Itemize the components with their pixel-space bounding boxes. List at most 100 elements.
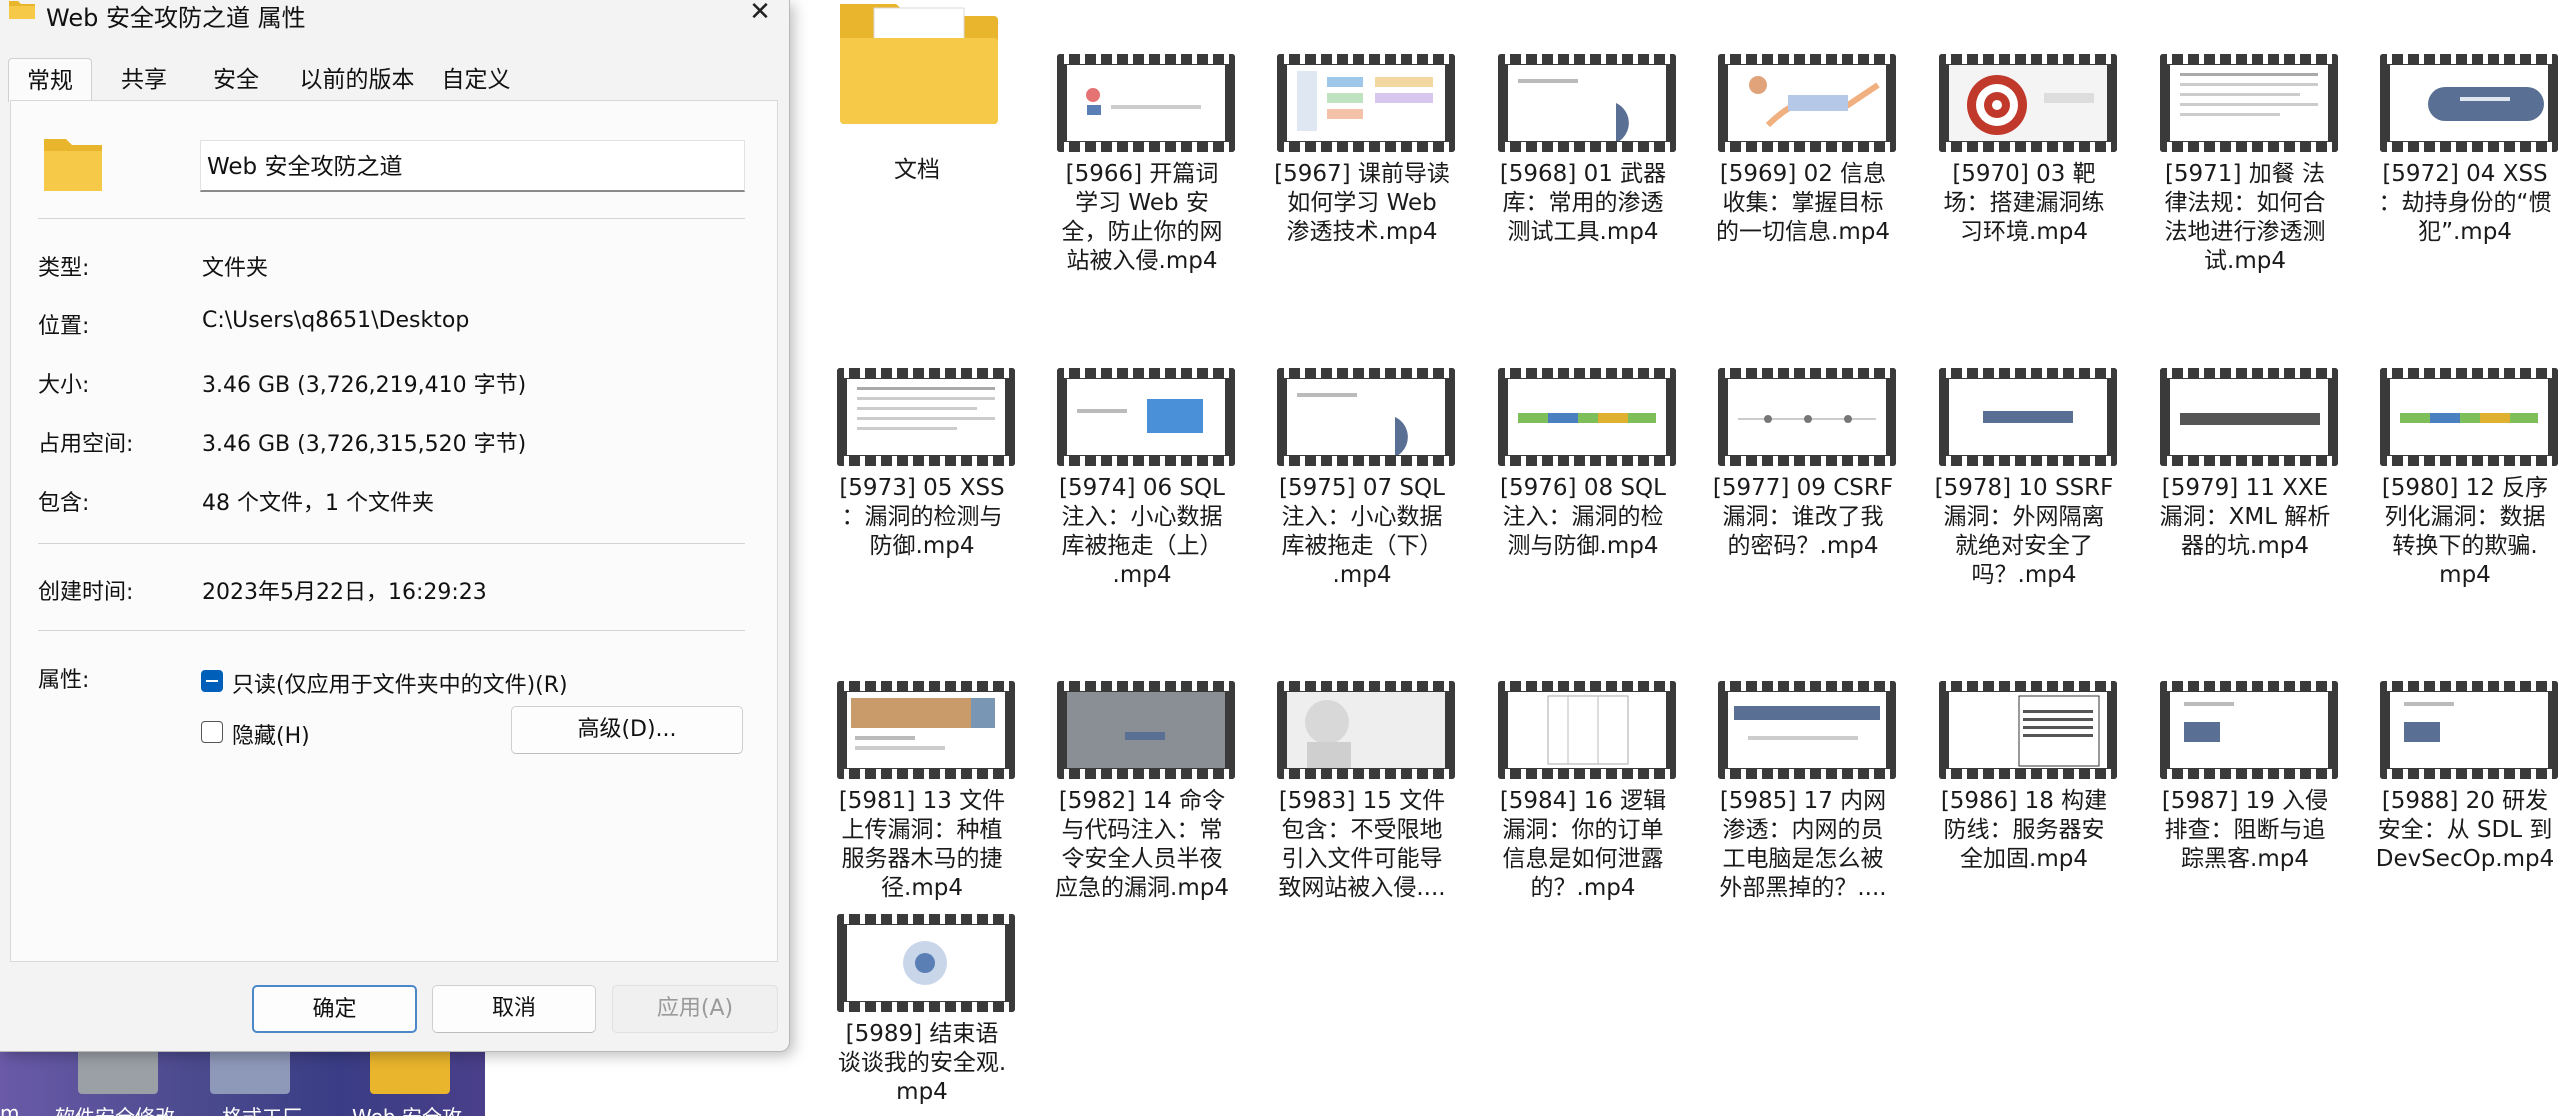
video-file-label: [5982] 14 命令 (1058, 788, 1226, 814)
video-file-label: 注入：漏洞的检 (1502, 504, 1664, 530)
cancel-button[interactable]: 取消 (432, 985, 596, 1033)
folder-icon (9, 1, 35, 19)
video-file-label: 漏洞：谁改了我 (1722, 504, 1884, 530)
video-file-label: 应急的漏洞.mp4 (1055, 875, 1229, 901)
hidden-checkbox[interactable] (201, 721, 223, 743)
video-file-label: 吗？.mp4 (1971, 562, 2077, 588)
video-file-label: 收集：掌握目标 (1722, 190, 1884, 216)
video-file-label: [5981] 13 文件 (838, 788, 1006, 814)
video-thumbnail (1718, 54, 1896, 152)
video-thumbnail (1057, 54, 1235, 152)
video-file-label: [5986] 18 构建 (1940, 788, 2108, 814)
video-thumbnail (1718, 368, 1896, 466)
type-value: 文件夹 (202, 256, 269, 281)
properties-dialog: Web 安全攻防之道 属性 ✕ 常规 共享 安全 以前的版本 自定义 Web 安… (0, 0, 790, 1052)
desktop-icon-app[interactable] (78, 1046, 158, 1094)
video-thumbnail (1277, 368, 1455, 466)
video-file-label: 上传漏洞：种植 (841, 817, 1003, 843)
tab-sharing[interactable]: 共享 (100, 58, 188, 102)
video-thumbnail (2160, 54, 2338, 152)
video-file-label: 谈谈我的安全观. (837, 1050, 1007, 1076)
video-file-label: [5980] 12 反序 (2381, 475, 2549, 501)
video-file-label: 令安全人员半夜 (1061, 846, 1223, 872)
video-file-label: 服务器木马的捷 (841, 846, 1003, 872)
video-file-label: 漏洞：外网隔离 (1943, 504, 2105, 530)
contains-label: 包含: (38, 491, 90, 516)
video-file-label: [5987] 19 入侵 (2161, 788, 2329, 814)
video-file-label: [5971] 加餐 法 (2164, 161, 2326, 187)
title-bar[interactable]: Web 安全攻防之道 属性 ✕ (0, 0, 790, 32)
video-thumbnail (2380, 368, 2558, 466)
video-thumbnail (1277, 54, 1455, 152)
video-file-label: 径.mp4 (881, 875, 963, 901)
advanced-button[interactable]: 高级(D)... (511, 706, 743, 754)
video-file-label: 防御.mp4 (869, 533, 975, 559)
video-file-label: [5976] 08 SQL (1500, 475, 1666, 501)
video-thumbnail (1939, 681, 2117, 779)
video-file-label: 测试工具.mp4 (1507, 219, 1659, 245)
video-thumbnail (1498, 368, 1676, 466)
folder-name-input[interactable]: Web 安全攻防之道 (200, 140, 745, 192)
video-thumbnail (1498, 54, 1676, 152)
video-file-label: [5966] 开篇词 (1065, 161, 1219, 187)
video-file-label: 引入文件可能导 (1281, 846, 1443, 872)
video-file-label: DevSecOp.mp4 (2375, 846, 2555, 872)
divider (38, 543, 745, 544)
close-button[interactable]: ✕ (740, 0, 780, 28)
video-file-label: [5984] 16 逻辑 (1499, 788, 1667, 814)
apply-button[interactable]: 应用(A) (612, 985, 778, 1033)
video-file-label: 工电脑是怎么被 (1722, 846, 1884, 872)
desktop-icon-label: 软件安全修改 (55, 1101, 175, 1116)
video-file-label: 致网站被入侵.... (1278, 875, 1446, 901)
video-file-label: [5967] 课前导读 (1274, 161, 1450, 187)
video-file-label: 排查：阻断与追 (2164, 817, 2326, 843)
video-file-label: 法地进行渗透测 (2164, 219, 2326, 245)
desktop-icon-label: 格式工厂 (222, 1101, 302, 1116)
video-thumbnail (1939, 54, 2117, 152)
video-thumbnail (2380, 681, 2558, 779)
folder-label: 文档 (894, 157, 940, 183)
video-file-label: 渗透技术.mp4 (1286, 219, 1438, 245)
video-thumbnail (1057, 681, 1235, 779)
ok-button[interactable]: 确定 (252, 985, 417, 1033)
video-file-label: mp4 (896, 1079, 948, 1105)
created-value: 2023年5月22日，16:29:23 (202, 580, 487, 605)
video-file-label: 库被拖走（上） (1061, 533, 1223, 559)
video-file-label: [5978] 10 SSRF (1934, 475, 2114, 501)
video-file-label: [5983] 15 文件 (1278, 788, 1446, 814)
video-file-label: 场：搭建漏洞练 (1943, 190, 2105, 216)
desktop-icon-folder[interactable] (370, 1046, 450, 1094)
size-on-disk-label: 占用空间: (38, 432, 134, 457)
location-value: C:\Users\q8651\Desktop (202, 308, 470, 333)
video-file-label: ：劫持身份的“惯 (2378, 190, 2552, 216)
desktop-icon-format-factory[interactable] (210, 1046, 290, 1094)
hidden-label: 隐藏(H) (232, 724, 310, 749)
size-on-disk-value: 3.46 GB (3,726,315,520 字节) (202, 432, 527, 457)
video-file-label: 的？.mp4 (1530, 875, 1636, 901)
video-thumbnail (1718, 681, 1896, 779)
size-label: 大小: (38, 373, 90, 398)
video-file-label: [5969] 02 信息 (1719, 161, 1887, 187)
video-file-label: [5972] 04 XSS (2382, 161, 2548, 187)
video-thumbnail (1277, 681, 1455, 779)
dialog-title: Web 安全攻防之道 属性 (46, 4, 306, 32)
desktop-icon-label: m (0, 1101, 20, 1116)
tab-previous-versions[interactable]: 以前的版本 (288, 58, 426, 102)
video-file-label: 信息是如何泄露 (1502, 846, 1664, 872)
size-value: 3.46 GB (3,726,219,410 字节) (202, 373, 527, 398)
video-file-label: 器的坑.mp4 (2181, 533, 2309, 559)
video-file-label: [5989] 结束语 (845, 1021, 999, 1047)
tab-general[interactable]: 常规 (8, 58, 92, 102)
video-file-label: [5977] 09 CSRF (1712, 475, 1894, 501)
readonly-checkbox[interactable] (201, 670, 223, 692)
video-file-label: 与代码注入：常 (1061, 817, 1223, 843)
video-thumbnail (2380, 54, 2558, 152)
video-file-label: 外部黑掉的？.... (1719, 875, 1887, 901)
video-thumbnail (1057, 368, 1235, 466)
video-file-label: [5979] 11 XXE (2161, 475, 2329, 501)
video-file-label: 的一切信息.mp4 (1716, 219, 1890, 245)
video-file-label: 测与防御.mp4 (1507, 533, 1659, 559)
tab-security[interactable]: 安全 (194, 58, 278, 102)
tab-customize[interactable]: 自定义 (428, 58, 524, 102)
video-file-label: 注入：小心数据 (1281, 504, 1443, 530)
